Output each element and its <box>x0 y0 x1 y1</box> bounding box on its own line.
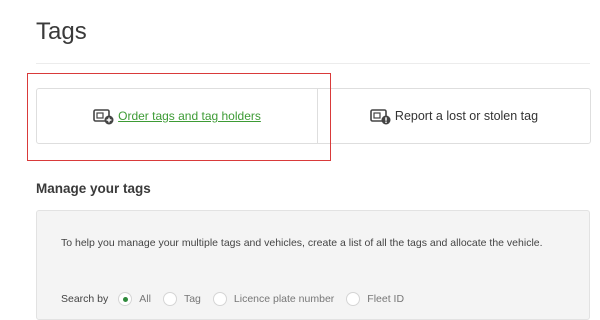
manage-section-title: Manage your tags <box>36 181 151 196</box>
search-option-licence-plate[interactable]: Licence plate number <box>212 292 335 306</box>
highlight-box <box>27 73 331 161</box>
option-label: Fleet ID <box>367 293 405 305</box>
report-lost-card[interactable]: Report a lost or stolen tag <box>318 89 590 143</box>
tag-alert-icon <box>370 109 392 125</box>
radio-all[interactable] <box>118 292 133 306</box>
search-option-all[interactable]: All <box>118 292 151 306</box>
manage-panel: To help you manage your multiple tags an… <box>36 210 590 320</box>
search-option-tag[interactable]: Tag <box>162 292 201 306</box>
radio-licence-plate[interactable] <box>212 292 227 306</box>
page-title: Tags <box>36 18 87 45</box>
title-divider <box>36 63 590 64</box>
help-text: To help you manage your multiple tags an… <box>61 237 543 249</box>
radio-tag[interactable] <box>162 292 177 306</box>
option-label: Licence plate number <box>233 293 335 305</box>
radio-fleet-id[interactable] <box>346 292 361 306</box>
option-label: Tag <box>183 293 201 305</box>
report-lost-label: Report a lost or stolen tag <box>394 109 539 123</box>
option-label: All <box>139 293 151 305</box>
search-by-row: Search by All Tag Licence plate number F… <box>61 292 416 306</box>
search-option-fleet-id[interactable]: Fleet ID <box>346 292 404 306</box>
search-by-label: Search by <box>61 293 109 305</box>
